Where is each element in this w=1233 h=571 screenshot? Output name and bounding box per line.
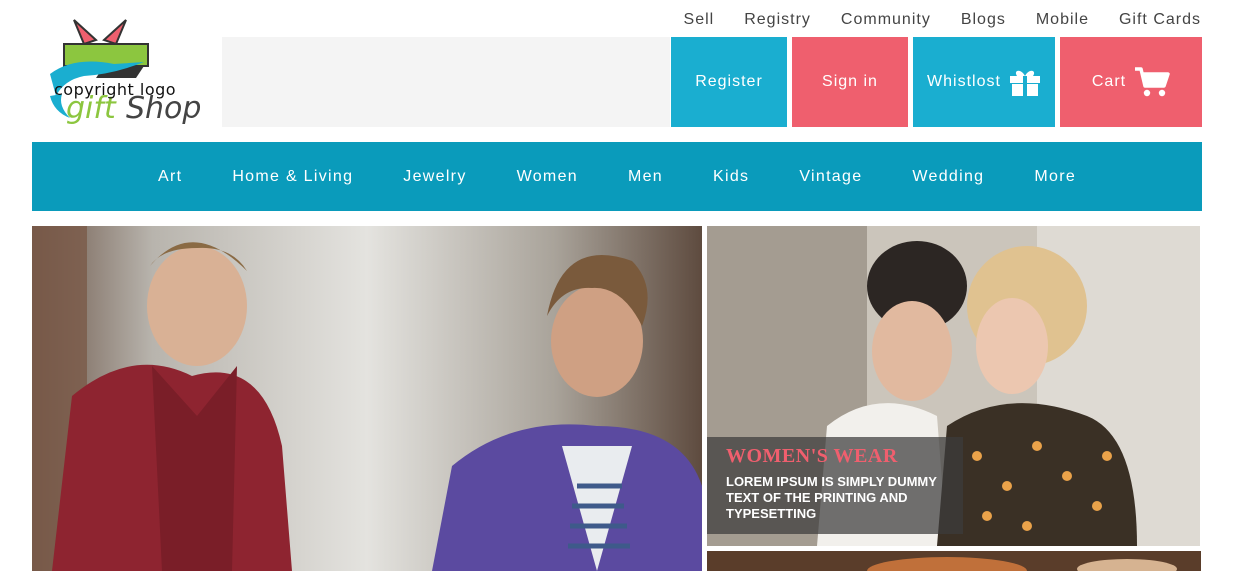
nav-item-kids[interactable]: Kids <box>713 168 749 186</box>
nav-item-home-living[interactable]: Home & Living <box>232 168 353 186</box>
nav-item-art[interactable]: Art <box>158 168 182 186</box>
gift-icon <box>1009 70 1040 96</box>
cart-button[interactable]: Cart <box>1060 37 1202 127</box>
promo-banner-2-image <box>707 551 1201 571</box>
promo-title: WOMEN'S WEAR <box>726 445 898 467</box>
nav-item-women[interactable]: Women <box>517 168 578 186</box>
hero-men-image <box>32 226 702 571</box>
hero-banner-men[interactable] <box>32 226 702 571</box>
top-link-gift-cards[interactable]: Gift Cards <box>1119 10 1201 30</box>
logo-caption: copyright logo <box>54 80 177 99</box>
nav-item-wedding[interactable]: Wedding <box>912 168 984 186</box>
promo-banner-2[interactable] <box>707 551 1201 571</box>
wishlist-label: Whistlost <box>927 73 1001 90</box>
category-nav: Art Home & Living Jewelry Women Men Kids… <box>32 142 1202 211</box>
logo[interactable]: gift Shop copyright logo <box>44 14 214 129</box>
shopping-cart-icon <box>1135 67 1170 97</box>
search-input[interactable] <box>222 37 670 127</box>
sign-in-button[interactable]: Sign in <box>792 37 908 127</box>
sign-in-label: Sign in <box>822 73 878 90</box>
top-link-blogs[interactable]: Blogs <box>961 10 1006 30</box>
top-link-community[interactable]: Community <box>841 10 931 30</box>
nav-item-men[interactable]: Men <box>628 168 663 186</box>
search-box[interactable] <box>222 37 670 127</box>
top-link-registry[interactable]: Registry <box>744 10 811 30</box>
top-links: Sell Registry Community Blogs Mobile Gif… <box>654 10 1201 30</box>
wishlist-button[interactable]: Whistlost <box>913 37 1055 127</box>
top-link-sell[interactable]: Sell <box>684 10 715 30</box>
nav-item-jewelry[interactable]: Jewelry <box>403 168 466 186</box>
register-label: Register <box>695 73 763 90</box>
promo-caption: WOMEN'S WEAR LOREM IPSUM IS SIMPLY DUMMY… <box>707 437 963 534</box>
nav-item-more[interactable]: More <box>1034 168 1076 186</box>
promo-womens-wear[interactable]: WOMEN'S WEAR LOREM IPSUM IS SIMPLY DUMMY… <box>707 226 1200 546</box>
top-link-mobile[interactable]: Mobile <box>1036 10 1089 30</box>
nav-item-vintage[interactable]: Vintage <box>799 168 862 186</box>
register-button[interactable]: Register <box>671 37 787 127</box>
promo-text: LOREM IPSUM IS SIMPLY DUMMY TEXT OF THE … <box>726 474 937 521</box>
gift-shop-logo-icon: gift Shop <box>50 19 201 126</box>
cart-label: Cart <box>1091 73 1127 90</box>
